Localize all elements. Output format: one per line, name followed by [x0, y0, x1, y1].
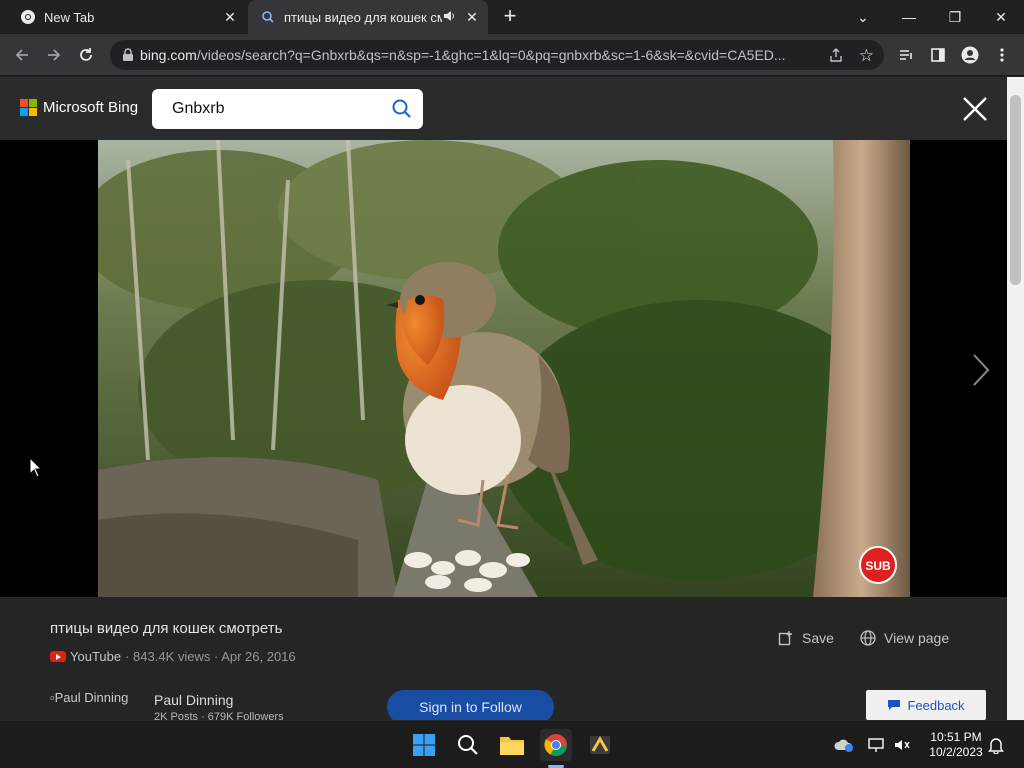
speaker-icon[interactable]: [442, 9, 456, 26]
forward-icon[interactable]: [42, 43, 66, 67]
search-icon[interactable]: [391, 98, 413, 120]
file-explorer-icon[interactable]: [496, 729, 528, 761]
video-title[interactable]: птицы видео для кошек смотреть: [50, 620, 282, 637]
feedback-button[interactable]: Feedback: [866, 690, 986, 720]
video-info-panel: птицы видео для кошек смотреть YouTube ·…: [0, 597, 1007, 720]
bing-search-icon: [260, 9, 276, 25]
subscribe-badge[interactable]: SUB: [865, 559, 891, 573]
robin-video-frame: SUB: [98, 140, 910, 597]
close-overlay-icon[interactable]: [962, 96, 988, 122]
page-scrollbar[interactable]: [1007, 77, 1024, 720]
lock-icon[interactable]: [122, 48, 134, 62]
profile-icon[interactable]: [958, 43, 982, 67]
onedrive-icon[interactable]: [832, 729, 856, 761]
tab-title: птицы видео для кошек смотреть: [284, 9, 442, 25]
tab-title: New Tab: [44, 9, 95, 25]
search-query-text[interactable]: Gnbxrb: [172, 100, 224, 118]
app-taskbar-icon[interactable]: [584, 729, 616, 761]
minimize-icon[interactable]: —: [886, 0, 932, 34]
chrome-taskbar-icon[interactable]: [540, 729, 572, 761]
feedback-label: Feedback: [907, 697, 965, 713]
address-bar[interactable]: bing.com/videos/search?q=Gnbxrb&qs=n&sp=…: [110, 40, 884, 70]
sign-in-to-follow-button[interactable]: Sign in to Follow: [387, 690, 554, 720]
restore-icon[interactable]: ❐: [932, 0, 978, 34]
system-clock[interactable]: 10:51 PM 10/2/2023: [918, 730, 994, 760]
page-viewport: Microsoft Bing Gnbxrb SUB птицы видео дл…: [0, 77, 1007, 720]
clock-time: 10:51 PM: [930, 730, 982, 744]
volume-muted-icon[interactable]: [890, 729, 914, 761]
side-panel-icon[interactable]: [926, 43, 950, 67]
close-tab-icon[interactable]: ✕: [464, 9, 480, 25]
next-video-chevron-icon[interactable]: [970, 352, 992, 388]
feedback-icon: [887, 699, 901, 711]
taskbar-search-icon[interactable]: [452, 729, 484, 761]
microsoft-logo-icon: [20, 99, 37, 116]
tab-search-chevron-icon[interactable]: ⌄: [840, 0, 886, 34]
new-tab-button[interactable]: +: [498, 5, 522, 29]
avatar[interactable]: ▫Paul Dinning: [50, 690, 128, 705]
back-icon[interactable]: [10, 43, 34, 67]
share-icon[interactable]: [828, 47, 844, 68]
media-control-icon[interactable]: [894, 43, 918, 67]
close-tab-icon[interactable]: ✕: [222, 9, 238, 25]
video-source: YouTube: [70, 649, 122, 664]
menu-kebab-icon[interactable]: [990, 43, 1014, 67]
scrollbar-thumb[interactable]: [1010, 95, 1021, 285]
windows-taskbar: 10:51 PM 10/2/2023: [0, 720, 1024, 768]
globe-icon: [860, 630, 876, 646]
bookmark-star-icon[interactable]: ☆: [859, 46, 874, 66]
reload-icon[interactable]: [74, 43, 98, 67]
video-meta: YouTube · 843.4K views · Apr 26, 2016: [50, 649, 296, 664]
chrome-icon: [20, 9, 36, 25]
youtube-icon: [50, 651, 66, 662]
clock-date: 10/2/2023: [929, 745, 983, 759]
video-stats: · 843.4K views · Apr 26, 2016: [125, 649, 296, 664]
video-player[interactable]: SUB: [98, 140, 910, 597]
bing-logo[interactable]: Microsoft Bing: [20, 99, 138, 116]
windows-start-icon[interactable]: [408, 729, 440, 761]
bing-header: Microsoft Bing Gnbxrb: [0, 77, 1007, 140]
save-button[interactable]: Save: [778, 630, 834, 646]
tab-new-tab[interactable]: New Tab ✕: [8, 0, 246, 34]
save-label: Save: [802, 630, 834, 646]
window-close-icon[interactable]: ✕: [978, 0, 1024, 34]
search-input[interactable]: Gnbxrb: [152, 89, 423, 129]
browser-toolbar: bing.com/videos/search?q=Gnbxrb&qs=n&sp=…: [0, 34, 1024, 76]
network-icon[interactable]: [864, 729, 888, 761]
notification-bell-icon[interactable]: [984, 729, 1008, 761]
brand-name: Microsoft Bing: [43, 99, 139, 116]
tab-bing-videos[interactable]: птицы видео для кошек смотреть ✕: [248, 0, 488, 34]
channel-stats: 2K Posts · 679K Followers: [154, 711, 284, 720]
url-text[interactable]: bing.com/videos/search?q=Gnbxrb&qs=n&sp=…: [140, 47, 820, 63]
view-page-button[interactable]: View page: [860, 630, 949, 646]
mouse-cursor-icon: [29, 456, 43, 479]
save-icon: [778, 630, 794, 646]
view-page-label: View page: [884, 630, 950, 646]
browser-tab-strip: New Tab ✕ птицы видео для кошек смотреть…: [0, 0, 1024, 34]
channel-name[interactable]: Paul Dinning: [154, 692, 233, 708]
